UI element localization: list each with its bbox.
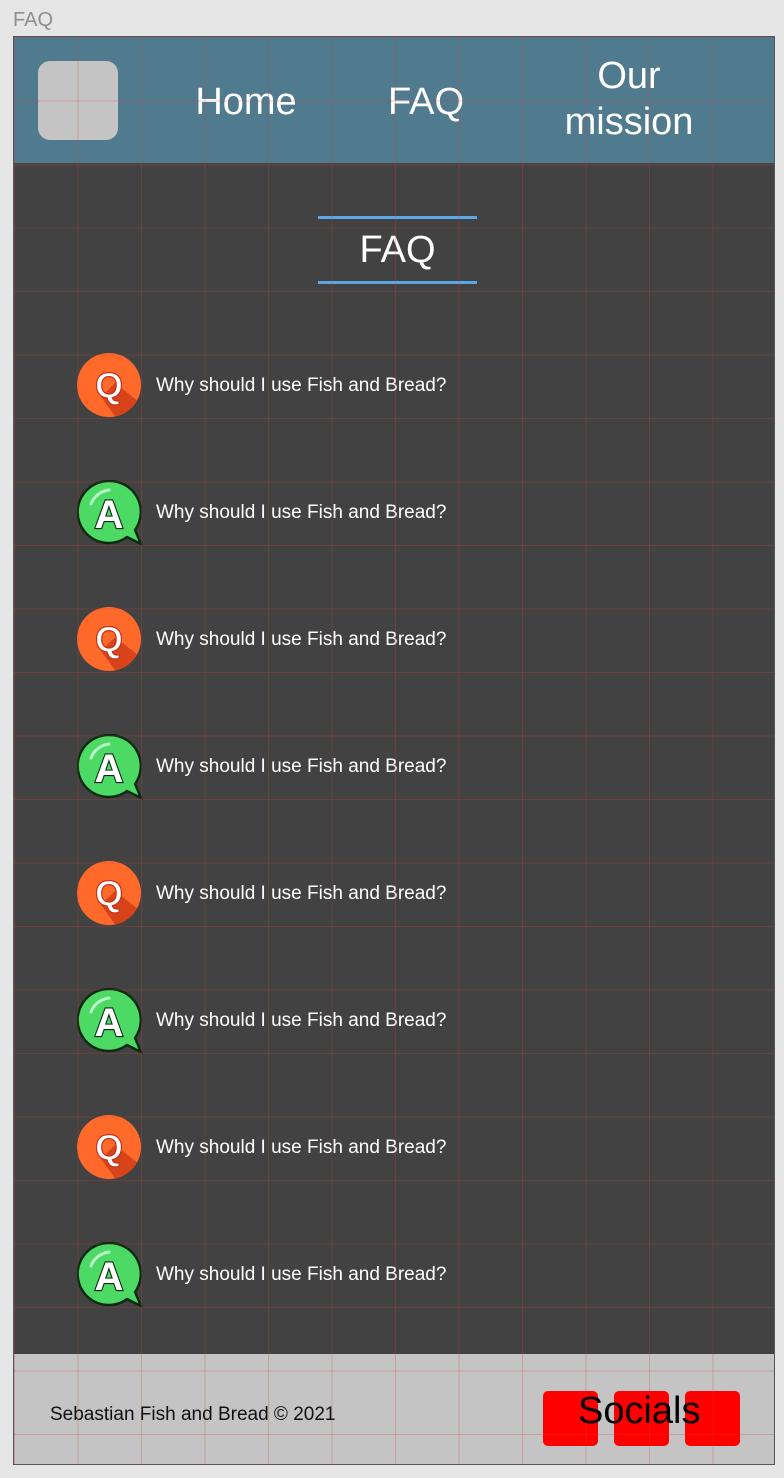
svg-text:Q: Q bbox=[95, 1127, 123, 1168]
svg-text:Q: Q bbox=[95, 873, 123, 914]
answer-icon: A bbox=[76, 987, 144, 1055]
faq-row-text: Why should I use Fish and Bread? bbox=[156, 629, 447, 650]
svg-text:A: A bbox=[95, 1001, 124, 1045]
question-icon: Q bbox=[77, 861, 143, 927]
svg-text:Q: Q bbox=[95, 619, 123, 660]
faq-row-text: Why should I use Fish and Bread? bbox=[156, 883, 447, 904]
faq-row-text: Why should I use Fish and Bread? bbox=[156, 1264, 447, 1285]
faq-row-text: Why should I use Fish and Bread? bbox=[156, 375, 447, 396]
faq-answer-row[interactable]: A Why should I use Fish and Bread? bbox=[76, 479, 717, 547]
faq-row-text: Why should I use Fish and Bread? bbox=[156, 1137, 447, 1158]
question-icon: Q bbox=[77, 353, 143, 419]
faq-question-row[interactable]: Q Why should I use Fish and Bread? bbox=[77, 607, 717, 673]
svg-text:A: A bbox=[95, 493, 124, 537]
faq-question-row[interactable]: Q Why should I use Fish and Bread? bbox=[77, 861, 717, 927]
faq-row-text: Why should I use Fish and Bread? bbox=[156, 756, 447, 777]
answer-icon: A bbox=[76, 733, 144, 801]
nav-faq-link[interactable]: FAQ bbox=[378, 79, 474, 125]
faq-row-text: Why should I use Fish and Bread? bbox=[156, 1010, 447, 1031]
faq-row-text: Why should I use Fish and Bread? bbox=[156, 502, 447, 523]
svg-text:Q: Q bbox=[95, 365, 123, 406]
copyright-text: Sebastian Fish and Bread © 2021 bbox=[50, 1404, 336, 1425]
nav-mission-line2: mission bbox=[564, 101, 694, 143]
question-icon: Q bbox=[77, 607, 143, 673]
faq-question-row[interactable]: Q Why should I use Fish and Bread? bbox=[77, 1115, 717, 1181]
page-title: FAQ bbox=[318, 216, 477, 284]
nav-home-link[interactable]: Home bbox=[184, 79, 308, 125]
faq-answer-row[interactable]: A Why should I use Fish and Bread? bbox=[76, 733, 717, 801]
footer: Sebastian Fish and Bread © 2021 Socials bbox=[14, 1354, 774, 1464]
answer-icon: A bbox=[76, 1241, 144, 1309]
socials-label: Socials bbox=[578, 1390, 701, 1432]
question-icon: Q bbox=[77, 1115, 143, 1181]
nav-mission-line1: Our bbox=[597, 55, 661, 97]
svg-text:A: A bbox=[95, 1255, 124, 1299]
faq-question-row[interactable]: Q Why should I use Fish and Bread? bbox=[77, 353, 717, 419]
faq-answer-row[interactable]: A Why should I use Fish and Bread? bbox=[76, 987, 717, 1055]
top-navbar: Home FAQ Our mission bbox=[14, 37, 774, 163]
page-frame: Home FAQ Our mission FAQ Q Why should I u… bbox=[13, 36, 775, 1465]
nav-mission-link[interactable]: Our mission bbox=[554, 53, 704, 145]
svg-text:A: A bbox=[95, 747, 124, 791]
faq-answer-row[interactable]: A Why should I use Fish and Bread? bbox=[76, 1241, 717, 1309]
logo-placeholder[interactable] bbox=[38, 61, 118, 140]
frame-label: FAQ bbox=[13, 9, 54, 31]
answer-icon: A bbox=[76, 479, 144, 547]
